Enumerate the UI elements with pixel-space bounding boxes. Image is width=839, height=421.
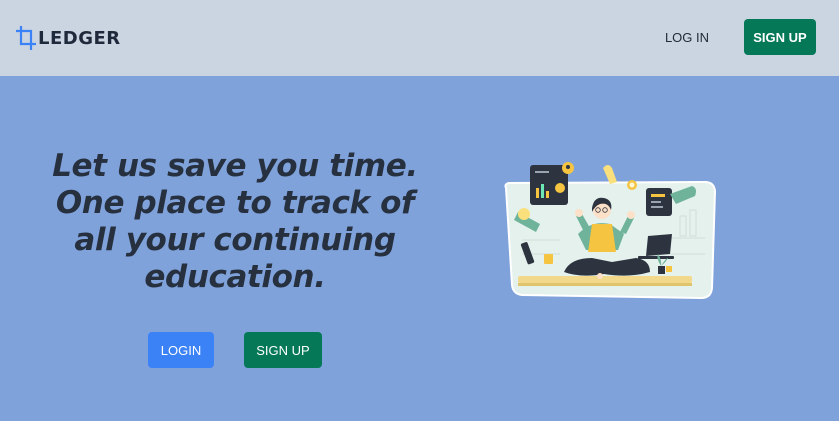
signup-button[interactable]: SIGN UP bbox=[244, 332, 322, 368]
brand-name: LEDGER bbox=[38, 27, 121, 49]
nav-signup-button[interactable]: SIGN UP bbox=[744, 19, 816, 55]
navbar: LEDGER LOG IN SIGN UP bbox=[0, 0, 839, 76]
hero-illustration bbox=[504, 162, 717, 300]
brand-logo[interactable]: LEDGER bbox=[15, 24, 121, 52]
hero-headline: Let us save you time. One place to track… bbox=[40, 148, 430, 296]
login-button[interactable]: LOGIN bbox=[148, 332, 214, 368]
headline-line: all your continuing bbox=[74, 222, 396, 258]
crop-icon bbox=[16, 26, 36, 50]
headline-line: One place to track of bbox=[55, 185, 415, 221]
headline-line: education. bbox=[144, 259, 326, 295]
headline-line: Let us save you time. bbox=[52, 148, 418, 184]
nav-login-link[interactable]: LOG IN bbox=[652, 25, 722, 49]
